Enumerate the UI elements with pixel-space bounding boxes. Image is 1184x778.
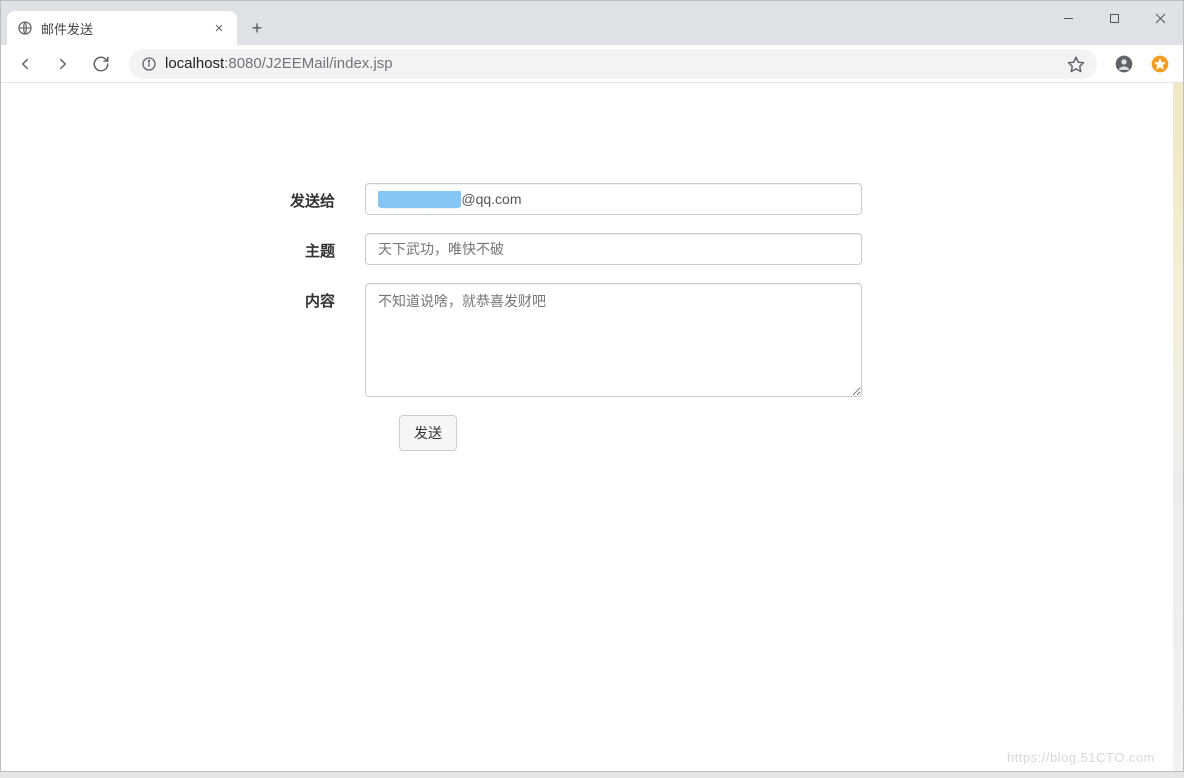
- browser-tab[interactable]: 邮件发送 ×: [7, 11, 237, 45]
- url-box[interactable]: localhost:8080/J2EEMail/index.jsp: [129, 49, 1097, 79]
- content-textarea[interactable]: [365, 283, 862, 397]
- content-row: 内容: [1, 283, 1183, 397]
- site-info-icon[interactable]: [141, 56, 157, 72]
- window-controls: [1045, 1, 1183, 35]
- subject-input[interactable]: [365, 233, 862, 265]
- to-redacted-text: ████████: [378, 191, 461, 207]
- page-content: 发送给 ████████@qq.com 主题 内容 发送 https://blo…: [1, 83, 1183, 771]
- to-row: 发送给 ████████@qq.com: [1, 183, 1183, 215]
- send-button[interactable]: 发送: [399, 415, 457, 451]
- url-text: localhost:8080/J2EEMail/index.jsp: [165, 55, 1059, 72]
- to-input[interactable]: ████████@qq.com: [365, 183, 862, 215]
- browser-window: 邮件发送 × +: [0, 0, 1184, 772]
- watermark-text: https://blog.51CTO.com: [1007, 750, 1155, 765]
- button-row: 发送: [399, 415, 1183, 451]
- forward-button[interactable]: [47, 48, 79, 80]
- minimize-button[interactable]: [1045, 1, 1091, 35]
- address-bar: localhost:8080/J2EEMail/index.jsp: [1, 45, 1183, 83]
- bookmark-star-icon[interactable]: [1067, 55, 1085, 73]
- reload-button[interactable]: [85, 48, 117, 80]
- subject-row: 主题: [1, 233, 1183, 265]
- to-suffix-text: @qq.com: [461, 191, 521, 207]
- tab-bar: 邮件发送 × +: [1, 1, 1183, 45]
- to-label: 发送给: [1, 183, 365, 211]
- new-tab-button[interactable]: +: [243, 14, 271, 42]
- close-tab-icon[interactable]: ×: [211, 20, 227, 37]
- back-button[interactable]: [9, 48, 41, 80]
- maximize-button[interactable]: [1091, 1, 1137, 35]
- content-label: 内容: [1, 283, 365, 311]
- extension-icon[interactable]: [1145, 49, 1175, 79]
- globe-icon: [17, 20, 33, 36]
- background-strip: [1173, 83, 1183, 771]
- url-host: localhost: [165, 55, 224, 72]
- profile-avatar-icon[interactable]: [1109, 49, 1139, 79]
- url-path: :8080/J2EEMail/index.jsp: [224, 55, 392, 72]
- subject-label: 主题: [1, 233, 365, 261]
- close-window-button[interactable]: [1137, 1, 1183, 35]
- tab-title: 邮件发送: [41, 19, 203, 38]
